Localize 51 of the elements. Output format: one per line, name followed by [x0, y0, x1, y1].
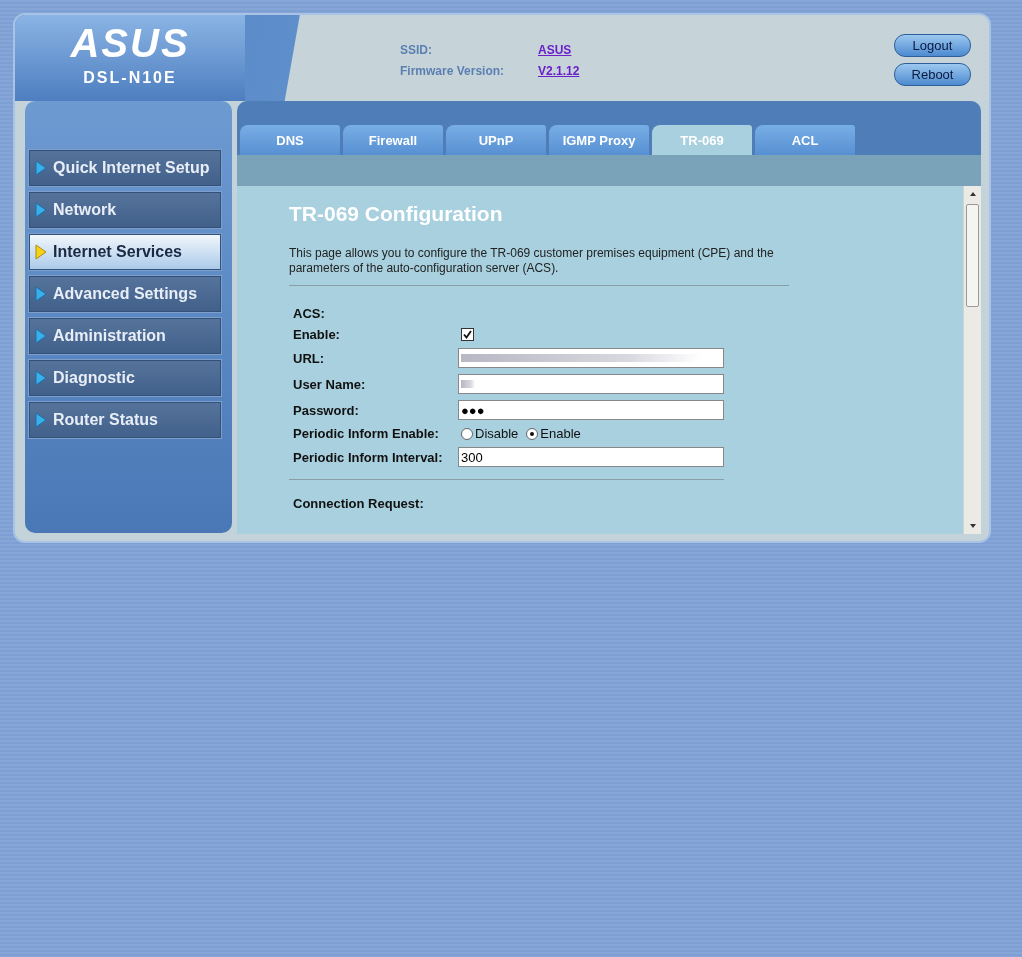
field-label: URL: [293, 350, 326, 366]
field-label: Periodic Inform Enable: [293, 426, 440, 441]
menu-item[interactable]: Diagnostic [28, 359, 222, 397]
menu-item[interactable]: Network [28, 191, 222, 229]
field-label: Periodic Inform Interval: [293, 449, 444, 465]
input-field[interactable]: ●●● [458, 400, 724, 420]
tab[interactable]: UPnP [446, 125, 546, 155]
section-heading: ACS: [293, 306, 326, 321]
tab[interactable]: DNS [240, 125, 340, 155]
scroll-down-icon[interactable] [969, 524, 976, 528]
tab[interactable]: ACL [755, 125, 855, 155]
arrow-icon [35, 244, 47, 260]
scrollbar[interactable] [963, 186, 981, 534]
brand-logo: ASUS [70, 23, 190, 63]
menu-item[interactable]: Quick Internet Setup [28, 149, 222, 187]
arrow-icon [35, 160, 47, 176]
header-button[interactable]: Reboot [894, 63, 971, 86]
input-field[interactable] [458, 348, 724, 368]
scroll-thumb[interactable] [966, 204, 979, 307]
menu-item[interactable]: Administration [28, 317, 222, 355]
menu-item[interactable]: Advanced Settings [28, 275, 222, 313]
menu-item[interactable]: Router Status [28, 401, 222, 439]
field-label: Enable: [293, 327, 341, 342]
info-link[interactable]: V2.1.12 [538, 64, 894, 78]
field-label: User Name: [293, 376, 367, 392]
info-label: SSID: [400, 43, 433, 57]
menu-item[interactable]: Internet Services [28, 233, 222, 271]
arrow-icon [35, 328, 47, 344]
arrow-icon [35, 412, 47, 428]
scroll-up-icon[interactable] [969, 192, 976, 196]
field-label: Password: [293, 402, 360, 418]
arrow-icon [35, 286, 47, 302]
radio-label: Disable [475, 426, 519, 441]
section-heading: Connection Request: [293, 496, 425, 511]
info-link[interactable]: ASUS [538, 43, 894, 57]
page-title: TR-069 Configuration [289, 202, 504, 226]
input-field[interactable] [458, 374, 724, 394]
input-field[interactable]: 300 [458, 447, 724, 467]
radio-label: Enable [540, 426, 581, 441]
tab[interactable]: IGMP Proxy [549, 125, 649, 155]
radio-button[interactable] [461, 427, 473, 440]
arrow-icon [35, 202, 47, 218]
info-label: Firmware Version: [400, 64, 506, 78]
enable-checkbox[interactable] [461, 328, 474, 341]
page-description: This page allows you to configure the TR-069 customer premises equipment (CPE) and the parameters of the auto-configuration server (ACS). [289, 246, 789, 286]
radio-button[interactable] [526, 427, 539, 440]
model-name: DSL-N10E [83, 69, 177, 87]
redacted-value [461, 380, 475, 388]
arrow-icon [35, 370, 47, 386]
tab[interactable]: Firewall [343, 125, 443, 155]
header-button[interactable]: Logout [894, 34, 971, 57]
